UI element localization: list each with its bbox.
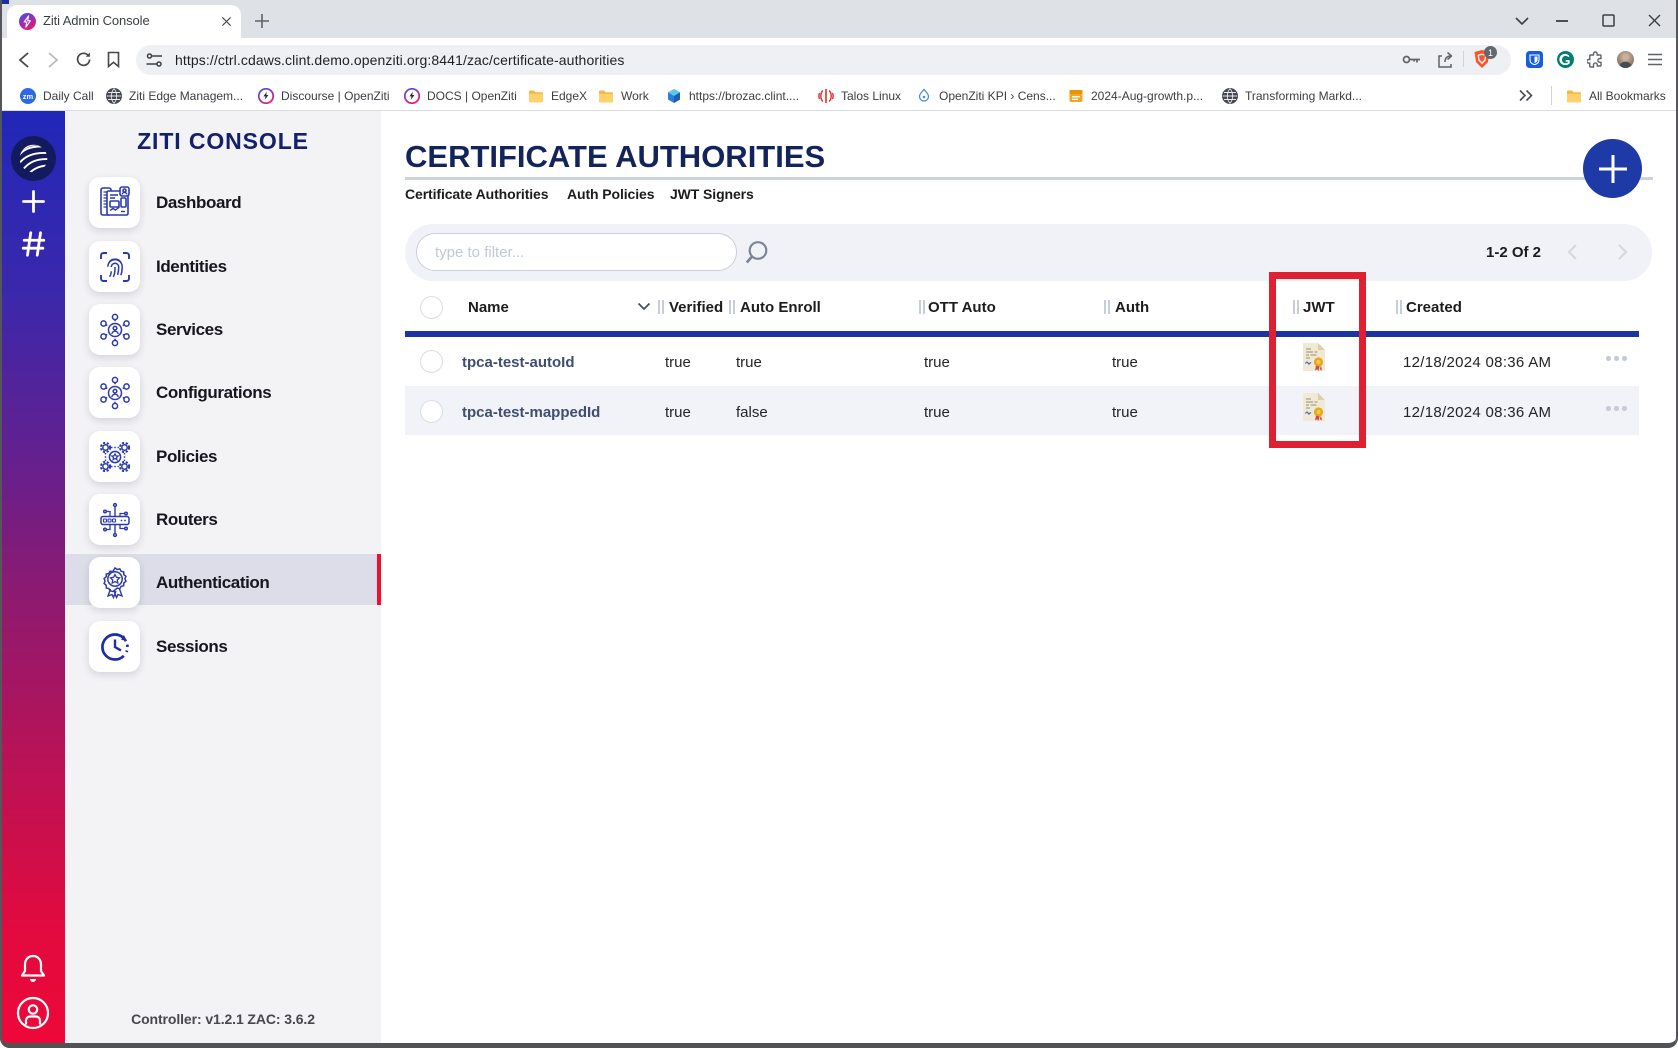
svg-text:zm: zm xyxy=(23,92,34,101)
